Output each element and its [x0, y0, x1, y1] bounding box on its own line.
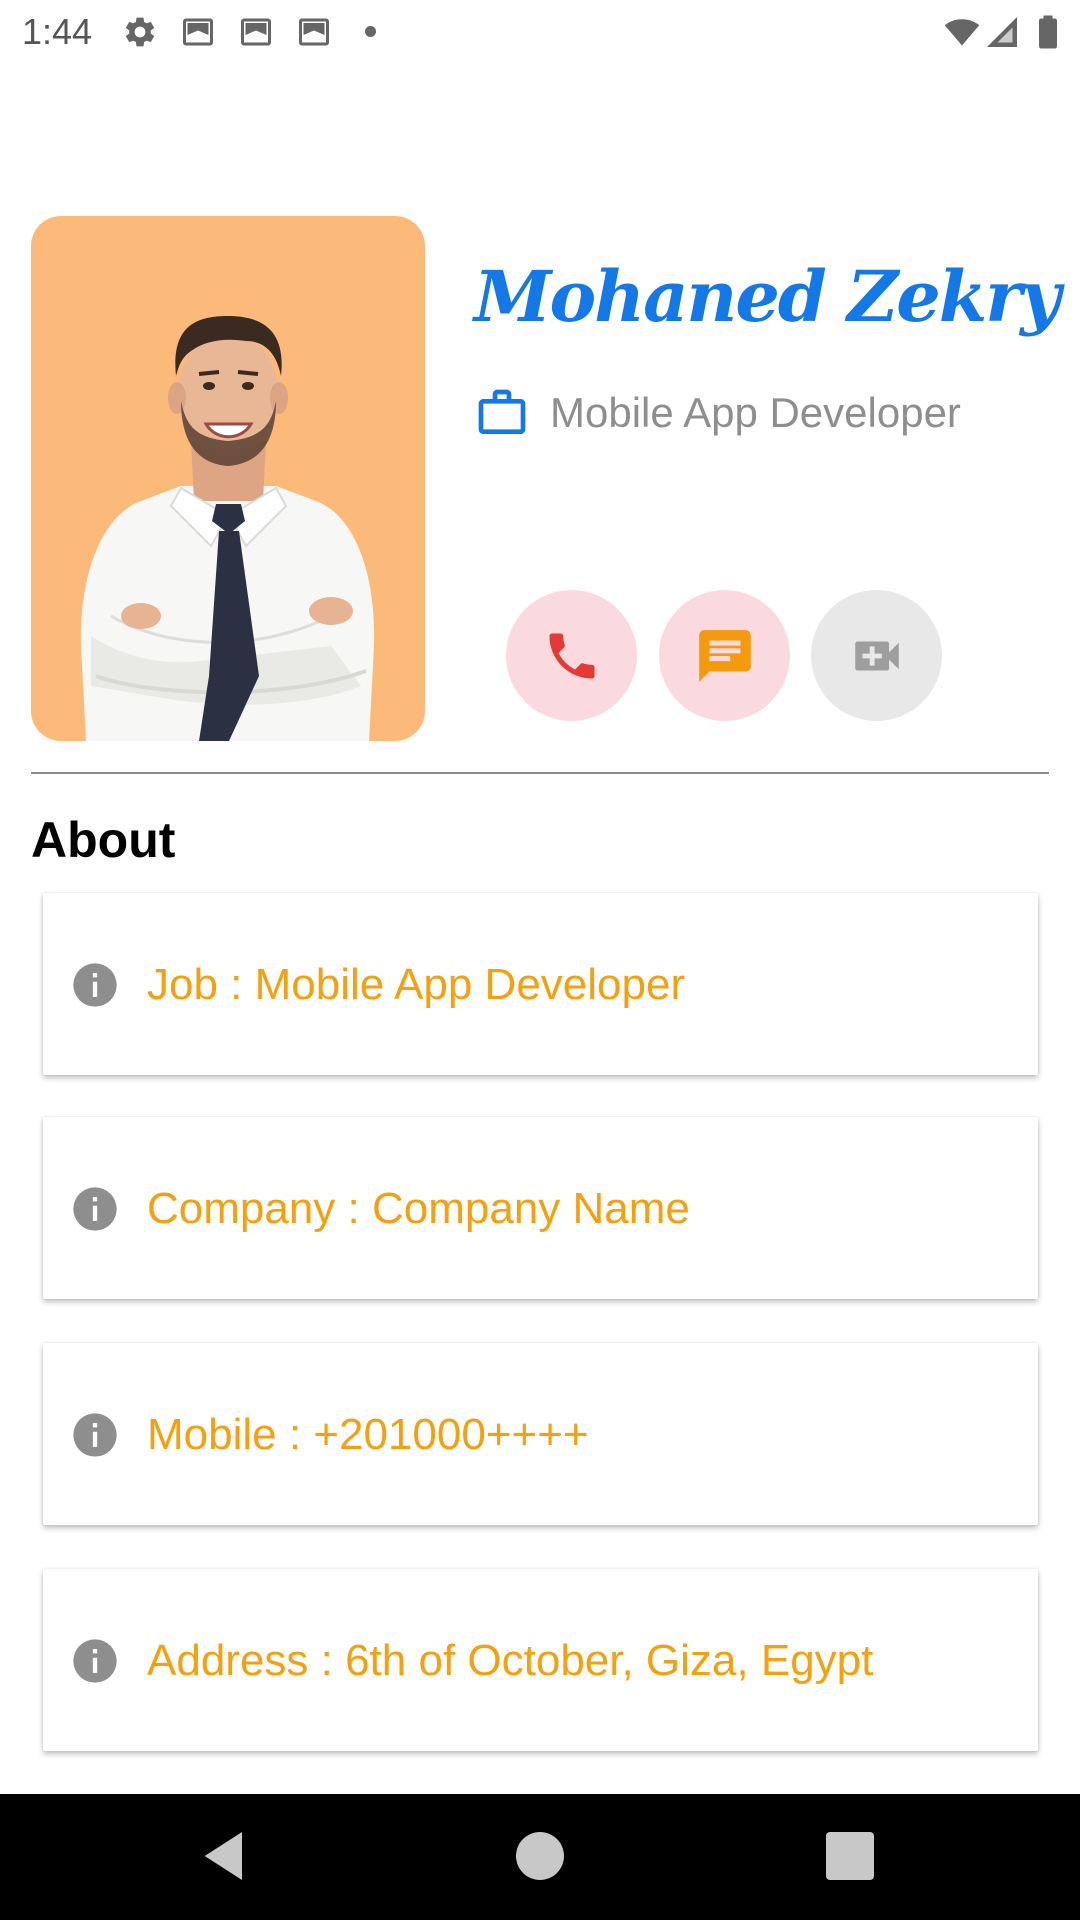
info-text: Job : Mobile App Developer — [147, 960, 686, 1009]
status-time: 1:44 — [22, 11, 93, 52]
navigation-bar — [0, 1794, 1080, 1920]
dot-icon — [365, 26, 376, 37]
gear-icon — [125, 17, 155, 47]
notification-box-icon — [183, 18, 213, 46]
profile-job: Mobile App Developer — [474, 383, 961, 443]
message-button[interactable] — [659, 590, 790, 721]
info-icon — [73, 1187, 117, 1231]
info-card-job[interactable]: Job : Mobile App Developer — [43, 893, 1038, 1075]
about-title: About — [31, 812, 176, 868]
info-text: Company : Company Name — [147, 1184, 690, 1233]
home-icon[interactable] — [508, 1824, 572, 1888]
profile-photo — [31, 216, 425, 741]
info-icon — [73, 963, 117, 1007]
call-button[interactable] — [506, 590, 637, 721]
divider — [31, 772, 1049, 774]
info-card-company[interactable]: Company : Company Name — [43, 1117, 1038, 1299]
info-card-address[interactable]: Address : 6th of October, Giza, Egypt — [43, 1569, 1038, 1751]
wifi-icon — [944, 19, 980, 46]
info-icon — [73, 1413, 117, 1457]
phone-icon — [549, 633, 594, 678]
briefcase-icon — [478, 389, 526, 434]
notification-box-icon — [299, 18, 329, 46]
video-call-icon — [854, 641, 899, 670]
video-call-button[interactable] — [811, 590, 942, 721]
profile-job-label: Mobile App Developer — [550, 389, 961, 436]
profile-name: Mohaned Zekry — [474, 255, 1061, 338]
back-icon[interactable] — [194, 1824, 258, 1888]
info-icon — [73, 1639, 117, 1683]
notification-box-icon — [241, 18, 271, 46]
info-text: Address : 6th of October, Giza, Egypt — [147, 1636, 874, 1685]
recents-icon[interactable] — [818, 1824, 882, 1888]
info-text: Mobile : +201000++++ — [147, 1410, 589, 1459]
battery-icon — [1039, 15, 1057, 49]
cell-signal-icon — [987, 17, 1017, 47]
status-bar: 1:44 — [0, 0, 1080, 64]
info-card-mobile[interactable]: Mobile : +201000++++ — [43, 1343, 1038, 1525]
message-icon — [698, 629, 751, 682]
